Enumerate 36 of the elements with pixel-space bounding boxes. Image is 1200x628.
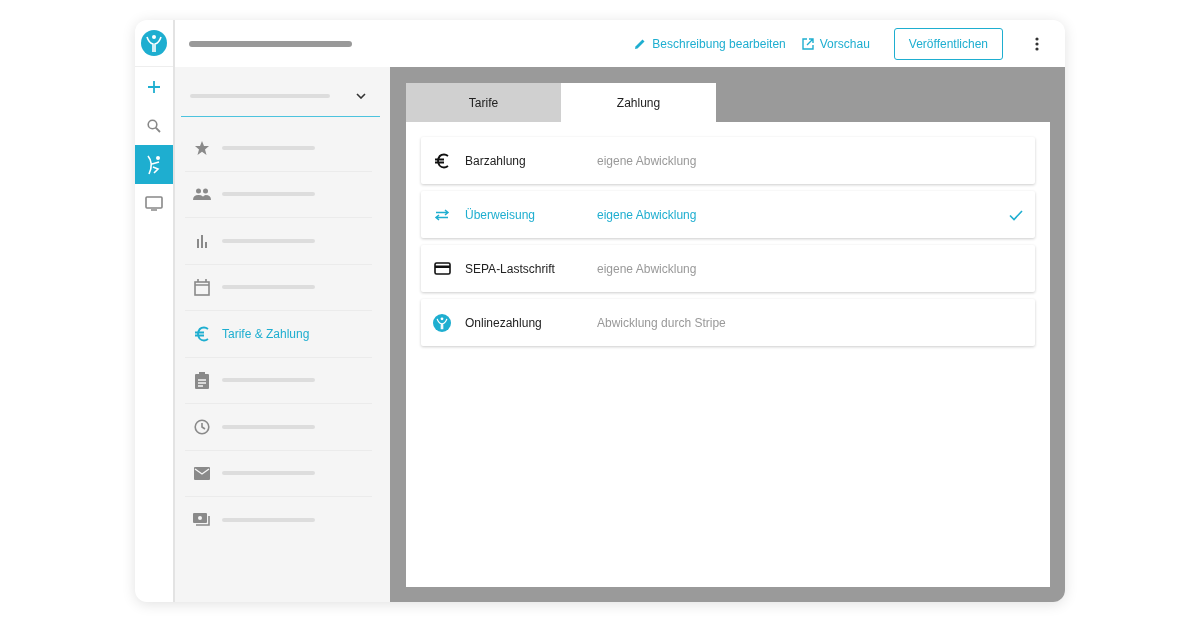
payment-method-name: Überweisung xyxy=(465,206,537,224)
clipboard-icon xyxy=(195,371,209,389)
people-icon xyxy=(193,188,211,201)
swap-arrows-icon xyxy=(434,208,450,221)
checkmark-icon xyxy=(1009,209,1023,221)
payment-method-name: SEPA-Lastschrift xyxy=(465,260,556,278)
plus-icon xyxy=(147,79,161,94)
payment-method-note: eigene Abwicklung xyxy=(597,206,698,224)
photo-stack-icon xyxy=(193,513,211,528)
monitor-icon xyxy=(145,196,163,211)
bar-chart-icon xyxy=(195,233,209,248)
tab[interactable]: Zahlung xyxy=(561,83,716,122)
search-icon xyxy=(147,118,161,133)
euro-icon xyxy=(194,325,210,342)
clock-icon xyxy=(194,418,210,435)
chevron-down-icon xyxy=(356,92,366,99)
tab[interactable]: Tarife xyxy=(406,83,561,122)
payment-option[interactable]: Onlinezahlung Abwicklung durch Stripe xyxy=(421,299,1035,346)
dancer-icon xyxy=(145,154,163,175)
logo-icon xyxy=(433,313,451,332)
payment-option[interactable]: SEPA-Lastschrift eigene Abwicklung xyxy=(421,245,1035,292)
external-link-icon xyxy=(801,37,814,50)
more-vertical-icon xyxy=(1035,37,1039,52)
payment-method-name: Barzahlung xyxy=(465,152,527,170)
pencil-icon xyxy=(634,37,647,50)
payment-method-note: eigene Abwicklung xyxy=(597,260,698,278)
payment-option[interactable]: Barzahlung eigene Abwicklung xyxy=(421,137,1035,184)
star-icon xyxy=(194,139,210,156)
payment-method-note: Abwicklung durch Stripe xyxy=(597,314,727,332)
credit-card-icon xyxy=(433,262,451,275)
payment-method-note: eigene Abwicklung xyxy=(597,152,698,170)
calendar-icon xyxy=(194,278,210,296)
envelope-icon xyxy=(194,466,210,480)
logo-icon xyxy=(141,30,167,56)
euro-icon xyxy=(434,152,450,169)
payment-method-name: Onlinezahlung xyxy=(465,314,543,332)
